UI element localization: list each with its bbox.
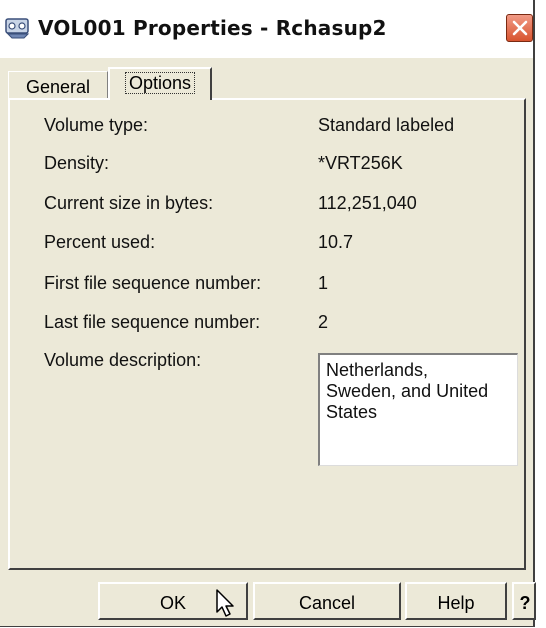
tape-volume-icon bbox=[5, 18, 30, 39]
window-title: VOL001 Properties - Rchasup2 bbox=[38, 16, 387, 40]
percent-used-label: Percent used: bbox=[44, 232, 156, 252]
current-size-label: Current size in bytes: bbox=[44, 193, 214, 213]
whats-this-button[interactable]: ? bbox=[512, 582, 536, 620]
tab-general-label: General bbox=[25, 77, 91, 97]
description-line: Sweden, and United bbox=[326, 381, 489, 401]
percent-used-value: 10.7 bbox=[318, 232, 354, 252]
help-button[interactable]: Help bbox=[405, 582, 507, 620]
cancel-button[interactable]: Cancel bbox=[253, 582, 401, 620]
first-file-sequence-label: First file sequence number: bbox=[44, 273, 262, 293]
tab-options-label: Options bbox=[124, 72, 196, 94]
last-file-sequence-value: 2 bbox=[318, 312, 329, 332]
first-file-sequence-value: 1 bbox=[318, 273, 329, 293]
density-value: *VRT256K bbox=[318, 153, 403, 173]
last-file-sequence-label: Last file sequence number: bbox=[44, 312, 261, 332]
density-label: Density: bbox=[44, 153, 110, 173]
title-bar[interactable]: VOL001 Properties - Rchasup2 bbox=[0, 0, 533, 58]
properties-dialog: VOL001 Properties - Rchasup2 General Opt… bbox=[0, 0, 536, 627]
close-icon bbox=[512, 20, 528, 36]
close-button[interactable] bbox=[506, 14, 533, 42]
volume-description-label: Volume description: bbox=[44, 350, 202, 370]
volume-description-field[interactable]: Netherlands, Sweden, and United States bbox=[318, 353, 518, 466]
tab-options[interactable]: Options bbox=[108, 67, 212, 100]
volume-type-label: Volume type: bbox=[44, 115, 149, 135]
mouse-pointer-icon bbox=[216, 589, 234, 617]
tab-general[interactable]: General bbox=[8, 71, 108, 99]
current-size-value: 112,251,040 bbox=[318, 193, 417, 213]
description-line: States bbox=[326, 402, 378, 422]
description-line: Netherlands, bbox=[326, 360, 429, 380]
volume-type-value: Standard labeled bbox=[318, 115, 455, 135]
